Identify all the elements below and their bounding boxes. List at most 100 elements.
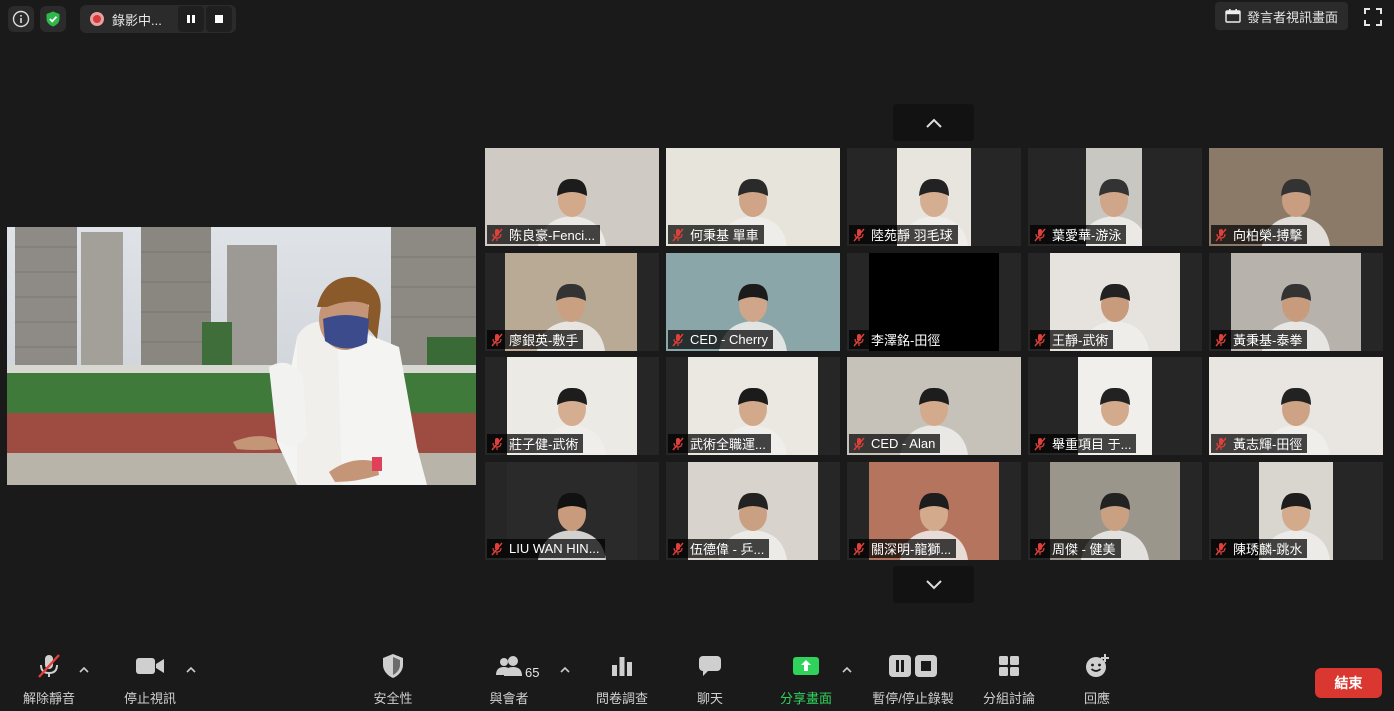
encryption-button[interactable]: [40, 6, 66, 32]
participant-tile[interactable]: 周傑 - 健美: [1028, 462, 1202, 560]
pause-icon: [186, 15, 195, 23]
recording-indicator: 錄影中...: [80, 5, 236, 33]
participant-name-tag: 何秉基 單車: [668, 225, 764, 244]
participant-name-tag: CED - Cherry: [668, 330, 774, 349]
participant-name: 莊子健-武術: [509, 437, 579, 452]
pause-stop-icon: [889, 655, 937, 677]
participant-tile[interactable]: 舉重項目 于...: [1028, 357, 1202, 455]
microphone-muted-icon: [491, 437, 503, 450]
participant-name-tag: 葉愛華-游泳: [1030, 225, 1127, 244]
microphone-muted-icon: [672, 542, 684, 555]
participant-name-tag: 周傑 - 健美: [1030, 539, 1121, 558]
participant-name: 黃志輝-田徑: [1233, 437, 1303, 452]
reactions-button[interactable]: 回應: [1080, 650, 1114, 707]
participant-tile[interactable]: 關深明-龍獅...: [847, 462, 1021, 560]
video-options-caret-icon[interactable]: [185, 666, 197, 674]
participant-name: 葉愛華-游泳: [1052, 228, 1122, 243]
stop-recording-button[interactable]: [205, 6, 232, 32]
view-button-label: 發言者視訊畫面: [1246, 9, 1338, 25]
participant-tile[interactable]: 武術全職運...: [666, 357, 840, 455]
participant-tile[interactable]: 伍德偉 - 乒...: [666, 462, 840, 560]
microphone-muted-icon: [853, 333, 865, 346]
share-screen-button[interactable]: 分享畫面: [775, 650, 837, 707]
recording-status: 錄影中...: [112, 12, 162, 28]
participant-tile[interactable]: 廖銀英-敷手: [485, 253, 659, 351]
gallery-prev-button[interactable]: [893, 104, 974, 141]
speaker-view-button[interactable]: 發言者視訊畫面: [1214, 2, 1348, 30]
participant-tile[interactable]: 陸苑靜 羽毛球: [847, 148, 1021, 246]
polls-label: 問卷調查: [595, 691, 648, 706]
active-speaker-video: [7, 227, 476, 485]
participant-name-tag: 伍德偉 - 乒...: [668, 539, 770, 558]
microphone-muted-icon: [491, 542, 503, 555]
info-icon: [12, 10, 30, 28]
breakout-rooms-label: 分組討論: [982, 691, 1035, 706]
participants-options-caret-icon[interactable]: [559, 666, 571, 674]
meeting-top-controls: 錄影中...: [8, 5, 236, 33]
participant-tile[interactable]: 李澤銘-田徑: [847, 253, 1021, 351]
security-shield-icon: [383, 654, 403, 678]
polls-button[interactable]: 問卷調查: [590, 650, 654, 707]
participant-tile[interactable]: 莊子健-武術: [485, 357, 659, 455]
meeting-info-button[interactable]: [8, 6, 34, 32]
participant-tile[interactable]: LIU WAN HIN...: [485, 462, 659, 560]
share-options-caret-icon[interactable]: [841, 666, 853, 674]
pause-recording-button[interactable]: [177, 6, 204, 32]
microphone-muted-icon: [672, 437, 684, 450]
participant-name-tag: 陳琇麟-跳水: [1211, 539, 1308, 558]
microphone-muted-icon: [1215, 228, 1227, 241]
meeting-toolbar: 解除靜音 停止視訊 安全性 與會者 65 問卷調查 聊天 分享畫面 暫停/停止錄…: [0, 650, 1394, 711]
participant-tile[interactable]: 何秉基 單車: [666, 148, 840, 246]
participant-name-tag: 舉重項目 于...: [1030, 434, 1137, 453]
chat-button[interactable]: 聊天: [690, 650, 730, 707]
participant-tile[interactable]: 王靜-武術: [1028, 253, 1202, 351]
audio-options-caret-icon[interactable]: [78, 666, 90, 674]
unmute-label: 解除靜音: [22, 691, 75, 706]
microphone-muted-icon: [491, 228, 503, 241]
participant-tile[interactable]: CED - Alan: [847, 357, 1021, 455]
participant-name: 黃秉基-泰拳: [1233, 333, 1303, 348]
participant-tile[interactable]: CED - Cherry: [666, 253, 840, 351]
breakout-rooms-button[interactable]: 分組討論: [980, 650, 1038, 707]
stop-video-button[interactable]: 停止視訊: [118, 650, 182, 707]
participants-count: 65: [525, 665, 540, 680]
participants-icon: [496, 656, 522, 676]
chevron-down-icon: [925, 579, 942, 589]
end-meeting-button[interactable]: 結束: [1315, 668, 1382, 698]
participant-name-tag: 黃志輝-田徑: [1211, 434, 1308, 453]
security-button[interactable]: 安全性: [366, 650, 420, 707]
participants-label: 與會者: [489, 691, 529, 706]
chat-bubble-icon: [699, 656, 721, 676]
participant-name: 舉重項目 于...: [1052, 437, 1132, 452]
participant-tile[interactable]: 黃秉基-泰拳: [1209, 253, 1383, 351]
microphone-muted-icon: [1034, 437, 1046, 450]
participant-name-tag: 黃秉基-泰拳: [1211, 330, 1308, 349]
reactions-label: 回應: [1083, 691, 1110, 706]
microphone-muted-icon: [1215, 333, 1227, 346]
participant-name-tag: 關深明-龍獅...: [849, 539, 957, 558]
participant-name: 關深明-龍獅...: [871, 542, 952, 557]
participant-name: 伍德偉 - 乒...: [690, 542, 765, 557]
chat-label: 聊天: [696, 691, 723, 706]
participant-tile[interactable]: 向柏榮-搏擊: [1209, 148, 1383, 246]
gallery-next-button[interactable]: [893, 566, 974, 603]
participant-name: CED - Cherry: [690, 332, 769, 347]
smiley-plus-icon: [1086, 654, 1109, 677]
microphone-muted-icon: [1215, 542, 1227, 555]
participant-name: 陈良豪-Fenci...: [509, 228, 595, 243]
unmute-button[interactable]: 解除靜音: [18, 650, 80, 707]
participant-tile[interactable]: 陳琇麟-跳水: [1209, 462, 1383, 560]
participant-name: 陳琇麟-跳水: [1233, 542, 1303, 557]
participant-tile[interactable]: 葉愛華-游泳: [1028, 148, 1202, 246]
microphone-muted-icon: [1215, 437, 1227, 450]
bar-chart-icon: [612, 657, 632, 676]
microphone-muted-icon: [853, 437, 865, 450]
participant-tile[interactable]: 陈良豪-Fenci...: [485, 148, 659, 246]
microphone-muted-icon: [672, 333, 684, 346]
fullscreen-icon[interactable]: [1364, 8, 1382, 26]
pause-stop-recording-button[interactable]: 暫停/停止錄製: [866, 650, 960, 707]
video-camera-icon: [136, 658, 164, 674]
participant-tile[interactable]: 黃志輝-田徑: [1209, 357, 1383, 455]
participant-name-tag: 莊子健-武術: [487, 434, 584, 453]
breakout-grid-icon: [999, 656, 1019, 676]
